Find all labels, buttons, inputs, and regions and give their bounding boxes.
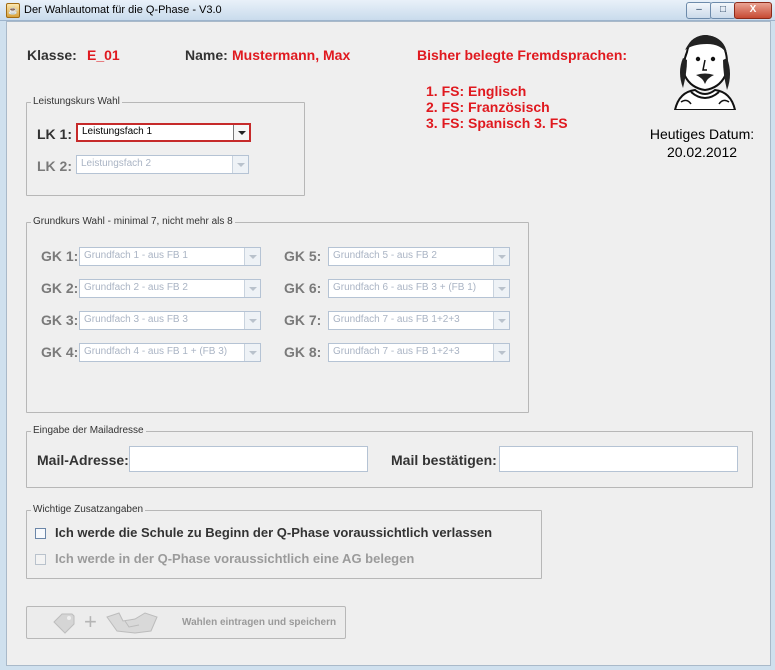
chevron-down-icon[interactable] (232, 156, 248, 173)
gk8-label: GK 8: (284, 344, 322, 360)
klasse-label: Klasse: (27, 47, 77, 63)
tag-icon (53, 613, 75, 634)
gk7-label: GK 7: (284, 312, 322, 328)
chevron-down-icon[interactable] (493, 312, 509, 329)
lk2-select[interactable]: Leistungsfach 2 (76, 155, 249, 174)
fremdsprachen-title: Bisher belegte Fremdsprachen: (417, 47, 628, 63)
gk5-value: Grundfach 5 - aus FB 2 (333, 250, 437, 261)
gk8-select[interactable]: Grundfach 7 - aus FB 1+2+3 (328, 343, 510, 362)
gk4-value: Grundfach 4 - aus FB 1 + (FB 3) (84, 346, 228, 357)
gk3-value: Grundfach 3 - aus FB 3 (84, 314, 188, 325)
gk2-label: GK 2: (41, 280, 79, 296)
java-app-icon: ☕ (6, 3, 20, 18)
fremdsprachen-list: 1. FS: Englisch 2. FS: Französisch 3. FS… (426, 83, 568, 131)
mail-group: Eingabe der Mailadresse Mail-Adresse: Ma… (26, 425, 753, 488)
chevron-down-icon[interactable] (244, 280, 260, 297)
date-label: Heutiges Datum: (649, 126, 755, 142)
chevron-down-icon[interactable] (233, 125, 249, 140)
chevron-down-icon[interactable] (244, 344, 260, 361)
ag-checkbox[interactable] (35, 554, 46, 565)
maximize-button[interactable]: □ (710, 2, 736, 19)
window-title: Der Wahlautomat für die Q-Phase - V3.0 (24, 4, 222, 16)
plus-sign: + (84, 609, 97, 634)
gk6-value: Grundfach 6 - aus FB 3 + (FB 1) (333, 282, 477, 293)
leave-school-label: Ich werde die Schule zu Beginn der Q-Pha… (55, 525, 493, 540)
title-bar: ☕ Der Wahlautomat für die Q-Phase - V3.0… (0, 0, 775, 21)
gk3-select[interactable]: Grundfach 3 - aus FB 3 (79, 311, 261, 330)
gk4-label: GK 4: (41, 344, 79, 360)
mail-confirm-input[interactable] (499, 446, 738, 472)
grundkurs-title: Grundkurs Wahl - minimal 7, nicht mehr a… (31, 216, 235, 227)
chevron-down-icon[interactable] (493, 280, 509, 297)
gk1-label: GK 1: (41, 248, 79, 264)
lk1-value: Leistungsfach 1 (82, 126, 153, 137)
gk2-value: Grundfach 2 - aus FB 2 (84, 282, 188, 293)
fremdsprache-3: 3. FS: Spanisch 3. FS (426, 115, 568, 131)
save-button[interactable]: + Wahlen eintragen und speichern (26, 606, 346, 639)
mail-title: Eingabe der Mailadresse (31, 425, 146, 436)
lk2-value: Leistungsfach 2 (81, 158, 152, 169)
gk4-select[interactable]: Grundfach 4 - aus FB 1 + (FB 3) (79, 343, 261, 362)
grundkurs-group: Grundkurs Wahl - minimal 7, nicht mehr a… (26, 216, 529, 413)
ag-label: Ich werde in der Q-Phase voraussichtlich… (55, 551, 415, 566)
close-button[interactable]: X (734, 2, 772, 19)
fremdsprache-1: 1. FS: Englisch (426, 83, 527, 99)
mail-address-label: Mail-Adresse: (37, 452, 129, 468)
leave-school-checkbox[interactable] (35, 528, 46, 539)
mail-address-input[interactable] (129, 446, 368, 472)
gk6-select[interactable]: Grundfach 6 - aus FB 3 + (FB 1) (328, 279, 510, 298)
chevron-down-icon[interactable] (493, 344, 509, 361)
gk3-label: GK 3: (41, 312, 79, 328)
minimize-button[interactable]: – (686, 2, 712, 19)
fremdsprache-2: 2. FS: Französisch (426, 99, 550, 115)
gk7-value: Grundfach 7 - aus FB 1+2+3 (333, 314, 460, 325)
name-label: Name: (185, 47, 228, 63)
save-button-label: Wahlen eintragen und speichern (182, 617, 337, 628)
chevron-down-icon[interactable] (493, 248, 509, 265)
main-panel: Klasse: E_01 Name: Mustermann, Max Bishe… (6, 21, 771, 666)
zusatz-group: Wichtige Zusatzangaben Ich werde die Sch… (26, 504, 542, 579)
klasse-value: E_01 (87, 47, 120, 63)
gk1-value: Grundfach 1 - aus FB 1 (84, 250, 188, 261)
date-value: 20.02.2012 (666, 144, 738, 160)
leistungskurs-title: Leistungskurs Wahl (31, 96, 122, 107)
gk8-value: Grundfach 7 - aus FB 1+2+3 (333, 346, 460, 357)
gk2-select[interactable]: Grundfach 2 - aus FB 2 (79, 279, 261, 298)
leistungskurs-group: Leistungskurs Wahl LK 1: Leistungsfach 1… (26, 96, 305, 196)
gk7-select[interactable]: Grundfach 7 - aus FB 1+2+3 (328, 311, 510, 330)
lk1-select[interactable]: Leistungsfach 1 (76, 123, 251, 142)
portrait-icon (667, 32, 741, 110)
gk5-label: GK 5: (284, 248, 322, 264)
chevron-down-icon[interactable] (244, 248, 260, 265)
gk6-label: GK 6: (284, 280, 322, 296)
lk2-label: LK 2: (37, 158, 72, 174)
gk5-select[interactable]: Grundfach 5 - aus FB 2 (328, 247, 510, 266)
mail-confirm-label: Mail bestätigen: (391, 452, 497, 468)
lk1-label: LK 1: (37, 126, 72, 142)
name-value: Mustermann, Max (232, 47, 351, 63)
gk1-select[interactable]: Grundfach 1 - aus FB 1 (79, 247, 261, 266)
chevron-down-icon[interactable] (244, 312, 260, 329)
hands-icon (106, 612, 158, 634)
zusatz-title: Wichtige Zusatzangaben (31, 504, 146, 515)
